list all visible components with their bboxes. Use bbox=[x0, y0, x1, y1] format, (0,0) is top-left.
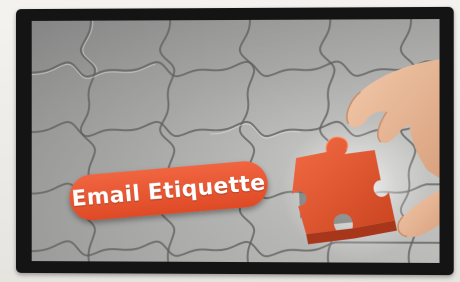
photo: Email Etiquette bbox=[0, 0, 460, 282]
puzzle-piece-icon bbox=[292, 137, 397, 245]
monitor: Email Etiquette bbox=[15, 6, 454, 276]
hand-holding-piece-icon bbox=[292, 59, 440, 245]
slide-title: Email Etiquette bbox=[70, 170, 267, 212]
screen: Email Etiquette bbox=[31, 19, 440, 263]
